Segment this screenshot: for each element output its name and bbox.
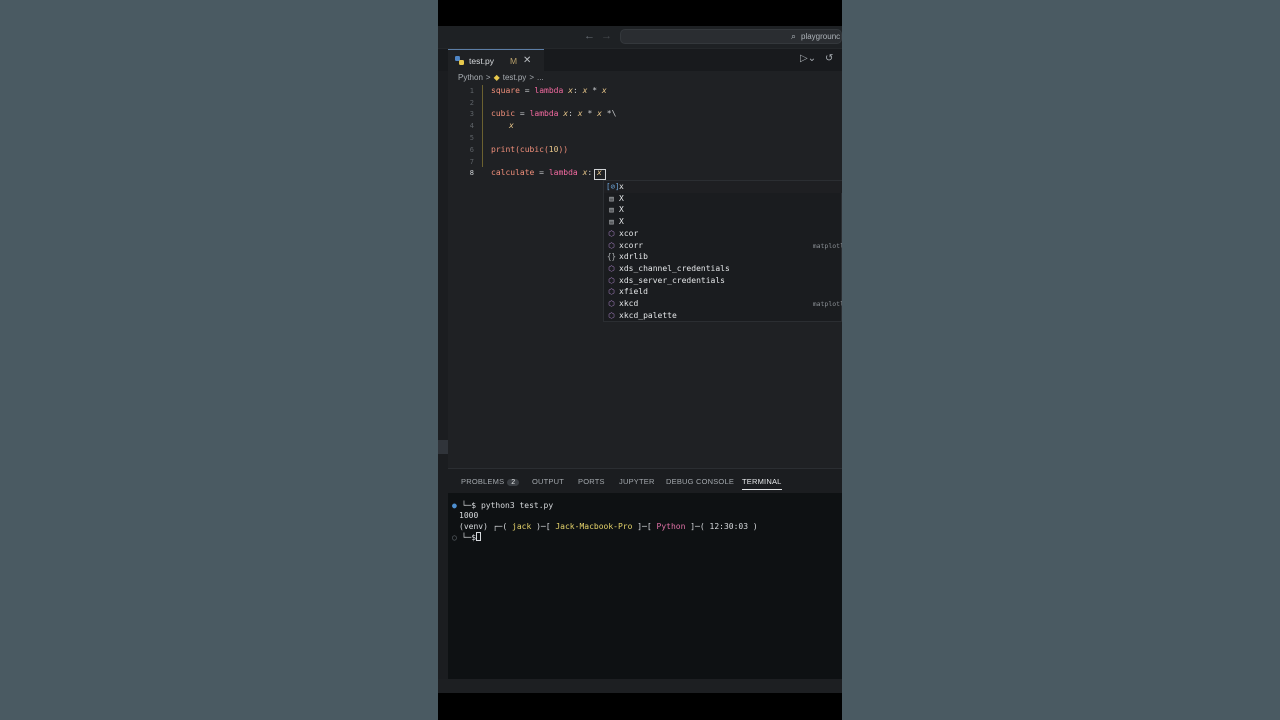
suggestion-label: xds_server_credentials [619, 275, 725, 285]
suggestion-item[interactable]: ⬡ xcorr matplotl [604, 240, 842, 252]
tab-problems[interactable]: PROBLEMS 2 [461, 477, 520, 486]
terminal-cursor [476, 532, 482, 541]
code-text: square = lambda x: x * x [491, 86, 607, 95]
suggestion-label: x [619, 182, 624, 191]
search-text: playgrounc [801, 32, 841, 41]
tab-ports[interactable]: PORTS [578, 477, 605, 486]
code-text: cubic = lambda x: x * x *\ [491, 109, 617, 118]
suggestion-item[interactable]: ⬡ xcor [604, 228, 842, 240]
terminal-input-line: ○ └─$ [452, 532, 482, 543]
suggestion-item[interactable]: ⬡ xkcd_palette [604, 310, 842, 322]
breadcrumb-more[interactable]: ... [537, 73, 544, 82]
terminal-prompt-line: (venv) ┌─( jack )─[ Jack-Macbook-Pro ]─[… [459, 522, 758, 531]
breadcrumb-folder[interactable]: Python [458, 73, 483, 82]
command-center-search[interactable]: ⌕ playgrounc [620, 29, 842, 44]
history-icon[interactable]: ↺ [825, 53, 833, 64]
code-line: 6 print(cubic(10)) [438, 145, 842, 156]
activity-gutter [438, 71, 448, 679]
suggestion-detail: matplotl [812, 300, 842, 308]
suggestion-item[interactable]: ⬡ xds_server_credentials [604, 275, 842, 287]
code-line: 4 x [438, 121, 842, 132]
breadcrumb-file[interactable]: test.py [503, 73, 527, 82]
code-text: print(cubic(10)) [491, 145, 569, 154]
suggestion-item[interactable]: {} xdrlib [604, 251, 842, 263]
suggestion-item[interactable]: ⬡ xfield [604, 286, 842, 298]
arrow-left-icon[interactable]: ← [584, 30, 595, 42]
suggestion-label: xkcd_palette [619, 310, 677, 320]
tab-filename: test.py [469, 56, 495, 66]
python-file-icon: ◆ [493, 73, 500, 82]
variable-icon: [⊘] [606, 182, 620, 191]
field-icon: ▤ [609, 217, 614, 227]
suggestion-label: X [619, 193, 624, 203]
video-frame: ← → ⌕ playgrounc test.py M ✕ ▷⌄ ↺ Python… [438, 0, 842, 720]
suggestion-item[interactable]: ▤ X [604, 216, 842, 228]
code-line: 5 [438, 133, 842, 144]
text-cursor [594, 169, 606, 180]
suggestion-label: xds_channel_credentials [619, 263, 730, 273]
terminal-output: 1000 [459, 511, 479, 520]
suggestion-item[interactable]: ▤ X [604, 204, 842, 216]
code-line: 3 cubic = lambda x: x * x *\ [438, 109, 842, 120]
module-icon: ⬡ [608, 240, 615, 250]
close-icon[interactable]: ✕ [523, 55, 531, 66]
code-line: 7 [438, 157, 842, 168]
module-icon: ⬡ [608, 310, 615, 320]
suggestion-widget[interactable]: [⊘] x ▤ X ▤ X ▤ X ⬡ xcor ⬡ xcorr matplotl{} xdrlib ⬡ xd… [603, 180, 842, 322]
code-editor[interactable]: Python > ◆ test.py >... 1 square = lambda x:… [438, 71, 842, 468]
field-icon: ▤ [609, 205, 614, 215]
suggestion-detail: matplotl [812, 241, 842, 250]
module-icon: ⬡ [608, 263, 615, 273]
suggestion-item[interactable]: ⬡ xds_channel_credentials [604, 263, 842, 275]
suggestion-item[interactable]: ⬡ xkcd matplotl [604, 298, 842, 310]
title-bar: ← → ⌕ playgrounc [438, 26, 842, 48]
suggestion-label: xkcd [619, 299, 639, 308]
editor-tab-bar: test.py M ✕ [438, 48, 842, 72]
suggestion-label: xcorr [619, 240, 644, 250]
tab-debug-console[interactable]: DEBUG CONSOLE [666, 477, 734, 486]
breadcrumb: Python > ◆ test.py >... [458, 73, 547, 82]
module-icon: ⬡ [608, 287, 615, 297]
suggestion-label: X [619, 205, 624, 215]
code-text: calculate = lambda x: x [491, 168, 602, 177]
search-icon: ⌕ [791, 31, 797, 41]
run-debug-icon[interactable]: ▷⌄ [800, 53, 816, 64]
code-line: 2 [438, 98, 842, 109]
suggestion-label: xcor [619, 228, 639, 238]
suggestion-item[interactable]: ▤ X [604, 193, 842, 205]
field-icon: ▤ [609, 193, 614, 203]
tab-output[interactable]: OUTPUT [532, 477, 564, 486]
arrow-right-icon[interactable]: → [601, 30, 612, 42]
sash-handle[interactable] [438, 440, 448, 454]
python-file-icon [455, 56, 464, 65]
breadcrumb-separator: > [485, 73, 491, 82]
modified-indicator: M [510, 56, 518, 66]
status-bar [438, 679, 842, 693]
tab-test-py[interactable]: test.py M ✕ [448, 49, 544, 72]
breadcrumb-separator: > [529, 73, 534, 82]
module-icon: ⬡ [608, 228, 615, 238]
code-text: x [509, 121, 514, 130]
module-icon: ⬡ [608, 299, 615, 308]
command-status-icon: ● [452, 501, 457, 510]
module-icon: ⬡ [608, 275, 615, 285]
command-status-icon: ○ [452, 533, 457, 542]
tab-jupyter[interactable]: JUPYTER [619, 477, 655, 486]
code-line-active: 8 calculate = lambda x: x [438, 168, 842, 179]
suggestion-item[interactable]: [⊘] x [604, 181, 842, 193]
code-line: 1 square = lambda x: x * x [438, 86, 842, 97]
problems-count-badge: 2 [507, 479, 520, 486]
suggestion-label: xdrlib [619, 252, 648, 262]
namespace-icon: {} [606, 252, 617, 262]
panel-tab-bar: PROBLEMS 2 OUTPUT PORTS JUPYTER DEBUG CON… [448, 469, 842, 493]
suggestion-label: xfield [619, 287, 648, 297]
tab-terminal[interactable]: TERMINAL [742, 477, 782, 490]
bottom-panel: PROBLEMS 2 OUTPUT PORTS JUPYTER DEBUG CON… [448, 468, 842, 680]
terminal-command: python3 test.py [480, 501, 554, 510]
suggestion-label: X [619, 217, 624, 227]
